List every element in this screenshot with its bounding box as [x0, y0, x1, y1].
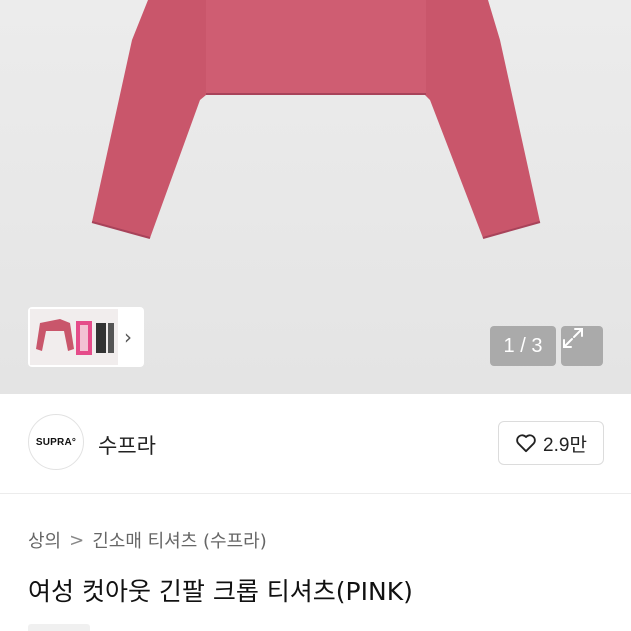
- expand-button[interactable]: [561, 326, 603, 366]
- breadcrumb-item-subcategory[interactable]: 긴소매 티셔츠 (수프라): [92, 527, 267, 553]
- expand-icon: [563, 328, 583, 348]
- like-count: 2.9만: [543, 434, 587, 456]
- thumbnail-image[interactable]: [30, 309, 118, 365]
- product-title: 여성 컷아웃 긴팔 크롭 티셔츠(PINK): [28, 577, 413, 606]
- breadcrumb-item-category[interactable]: 상의: [28, 527, 61, 553]
- like-button[interactable]: 2.9만: [498, 421, 604, 465]
- chevron-right-icon[interactable]: ›: [124, 325, 132, 349]
- heart-outline-icon: [516, 434, 536, 453]
- image-counter: 1 / 3: [490, 326, 556, 366]
- seller-row: SUPRA° 수프라 2.9만: [0, 394, 631, 494]
- breadcrumb-separator: >: [69, 529, 85, 551]
- brand-logo[interactable]: SUPRA°: [28, 414, 84, 470]
- thumbnail-strip[interactable]: ›: [28, 307, 144, 367]
- product-image-gallery[interactable]: › 1 / 3: [0, 0, 631, 394]
- brand-name[interactable]: 수프라: [98, 430, 156, 460]
- breadcrumb: 상의 > 긴소매 티셔츠 (수프라): [28, 527, 267, 553]
- tag-chip: [28, 624, 90, 631]
